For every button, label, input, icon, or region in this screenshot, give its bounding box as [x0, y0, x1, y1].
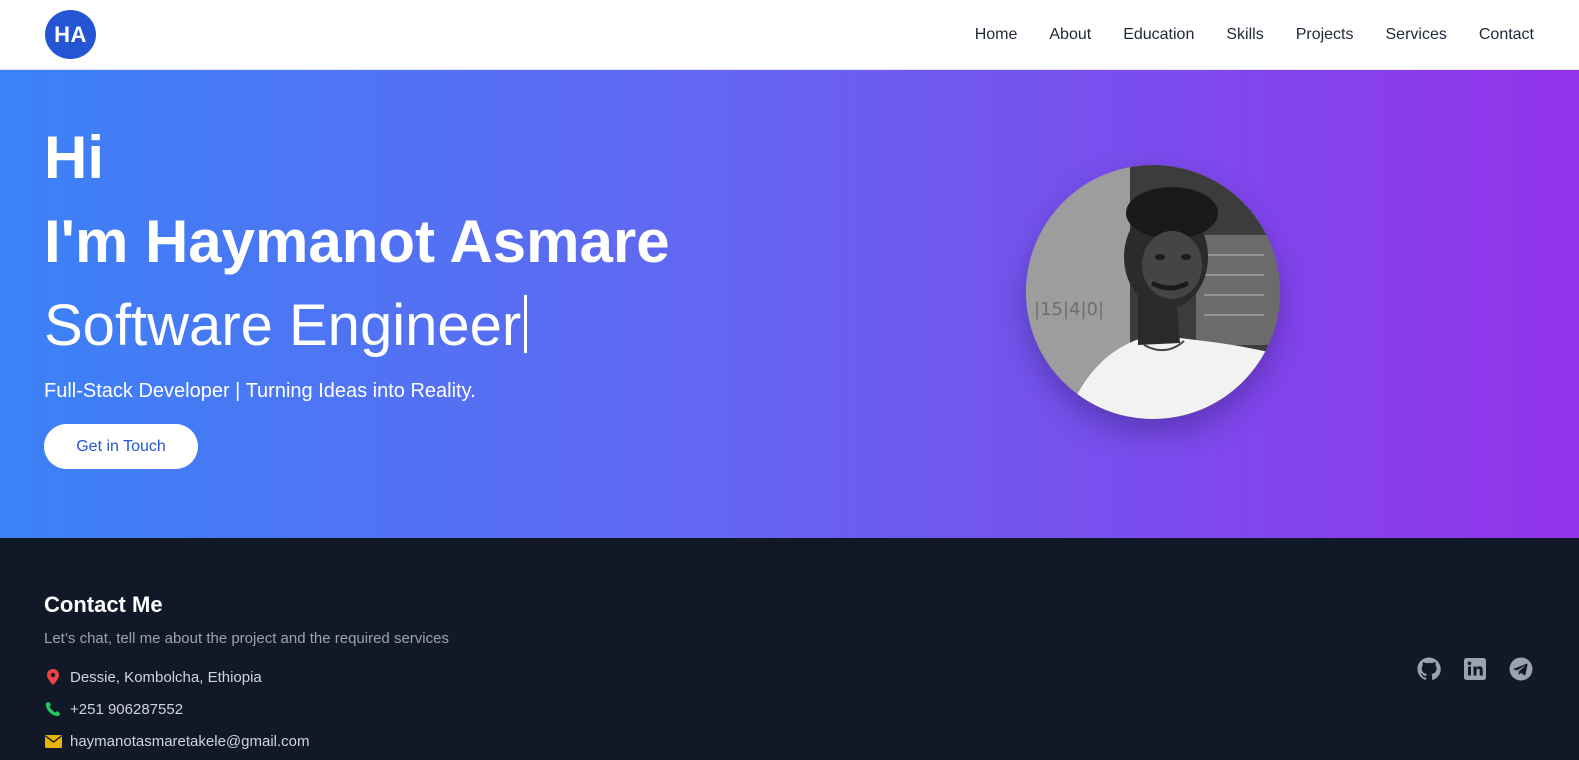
- contact-title: Contact Me: [44, 592, 163, 617]
- nav-contact[interactable]: Contact: [1479, 26, 1534, 44]
- get-in-touch-button[interactable]: Get in Touch: [44, 424, 198, 469]
- linkedin-icon[interactable]: [1462, 656, 1488, 682]
- github-icon[interactable]: [1416, 656, 1442, 682]
- navbar: HA Home About Education Skills Projects …: [0, 0, 1579, 70]
- telegram-icon[interactable]: [1508, 656, 1534, 682]
- nav-home[interactable]: Home: [975, 26, 1018, 44]
- contact-phone: +251 906287552: [44, 700, 183, 718]
- location-text: Dessie, Kombolcha, Ethiopia: [70, 668, 262, 686]
- hero-greeting: Hi: [44, 124, 104, 191]
- contact-location: Dessie, Kombolcha, Ethiopia: [44, 668, 262, 686]
- hero-role-line: Software Engineer: [44, 293, 528, 358]
- nav-about[interactable]: About: [1049, 26, 1091, 44]
- map-pin-icon: [44, 668, 62, 686]
- hero-name: I'm Haymanot Asmare: [44, 208, 670, 275]
- phone-icon: [44, 700, 62, 718]
- hero-tagline: Full-Stack Developer | Turning Ideas int…: [44, 380, 476, 402]
- contact-subtitle: Let’s chat, tell me about the project an…: [44, 630, 449, 647]
- contact-email: haymanotasmaretakele@gmail.com: [44, 732, 310, 750]
- hero-role: Software Engineer: [44, 293, 522, 358]
- envelope-icon: [44, 732, 62, 750]
- profile-photo: |15|4|0|: [1026, 165, 1280, 419]
- svg-text:|15|4|0|: |15|4|0|: [1034, 299, 1104, 320]
- logo[interactable]: HA: [45, 10, 96, 59]
- email-text[interactable]: haymanotasmaretakele@gmail.com: [70, 733, 310, 750]
- hero-section: Hi I'm Haymanot Asmare Software Engineer…: [0, 70, 1579, 538]
- contact-section: Contact Me Let’s chat, tell me about the…: [0, 538, 1579, 760]
- nav-education[interactable]: Education: [1123, 26, 1194, 44]
- nav-skills[interactable]: Skills: [1226, 26, 1263, 44]
- nav-projects[interactable]: Projects: [1296, 26, 1354, 44]
- main-nav: Home About Education Skills Projects Ser…: [975, 0, 1534, 70]
- social-links: [1416, 656, 1534, 682]
- nav-services[interactable]: Services: [1386, 26, 1447, 44]
- phone-text[interactable]: +251 906287552: [70, 701, 183, 718]
- typing-cursor: [524, 295, 528, 353]
